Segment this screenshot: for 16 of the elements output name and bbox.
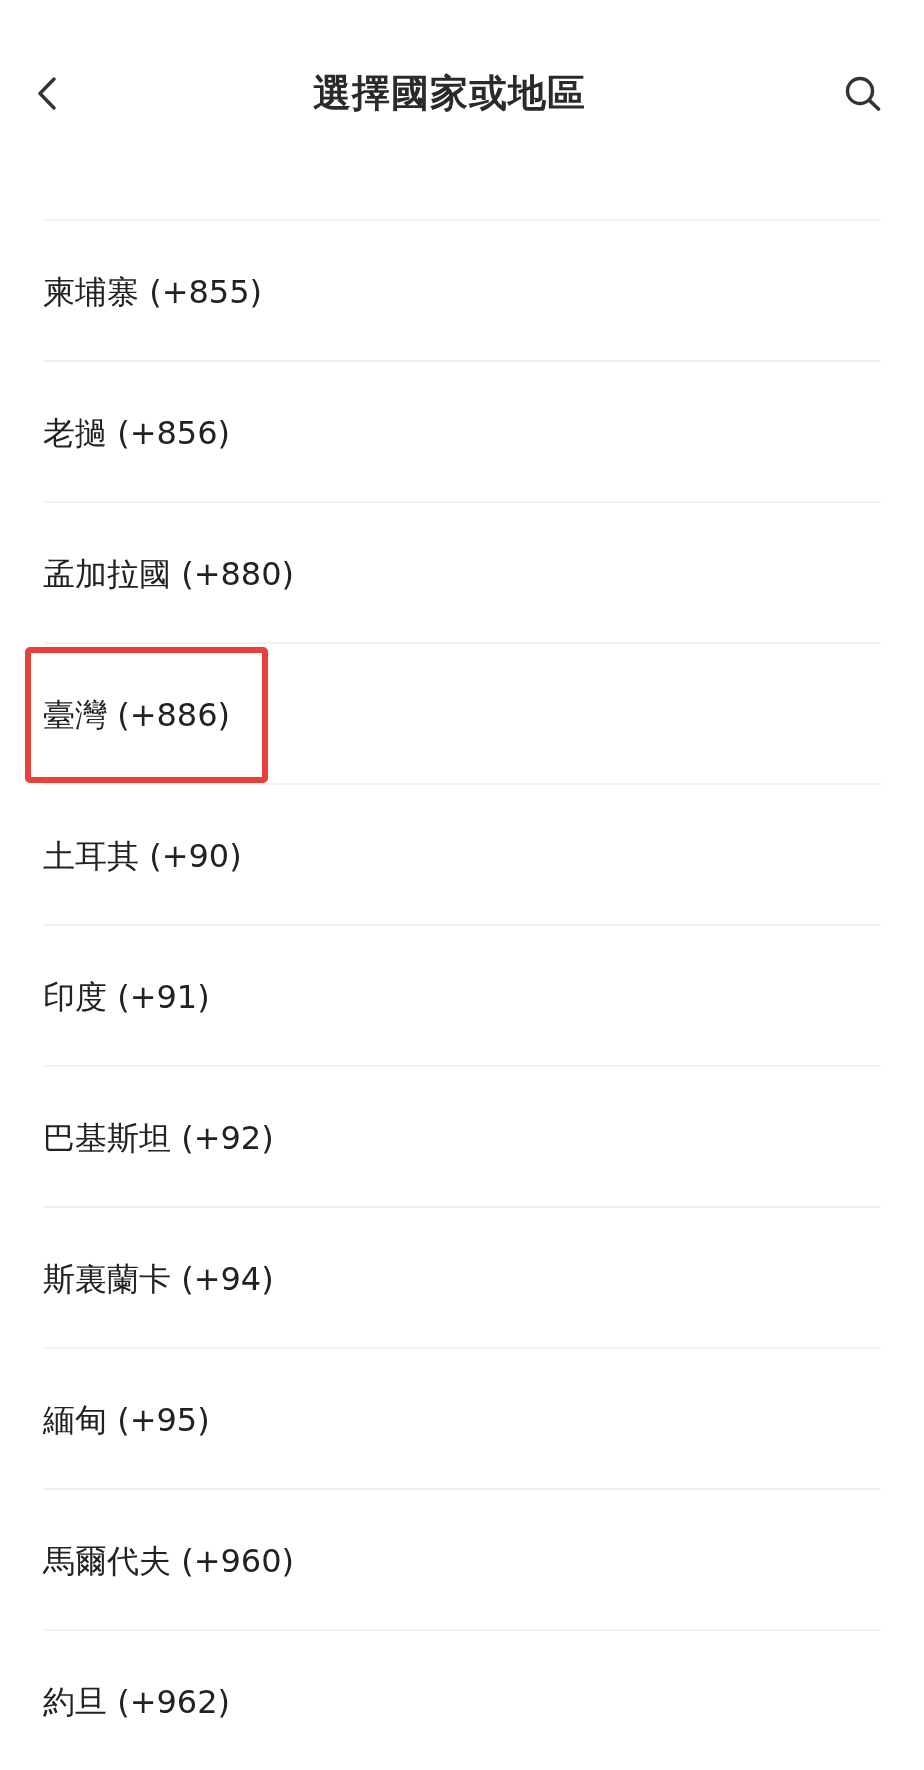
country-option[interactable]: 老撾 (+856) [43, 362, 881, 503]
country-option[interactable]: 緬甸 (+95) [43, 1349, 881, 1490]
page-title: 選擇國家或地區 [312, 70, 586, 116]
back-button[interactable] [37, 76, 57, 110]
country-option[interactable]: 約旦 (+962) [43, 1631, 881, 1770]
country-option[interactable]: 孟加拉國 (+880) [43, 503, 881, 644]
search-button[interactable] [845, 75, 881, 111]
country-option[interactable]: 土耳其 (+90) [43, 785, 881, 926]
country-option[interactable]: 臺灣 (+886) [43, 644, 881, 785]
search-icon [845, 75, 881, 111]
country-option[interactable]: 馬爾代夫 (+960) [43, 1490, 881, 1631]
back-icon [37, 76, 57, 110]
country-option[interactable]: 巴基斯坦 (+92) [43, 1067, 881, 1208]
country-option[interactable]: 斯裏蘭卡 (+94) [43, 1208, 881, 1349]
country-option[interactable]: 印度 (+91) [43, 926, 881, 1067]
country-option[interactable]: 柬埔寨 (+855) [43, 221, 881, 362]
